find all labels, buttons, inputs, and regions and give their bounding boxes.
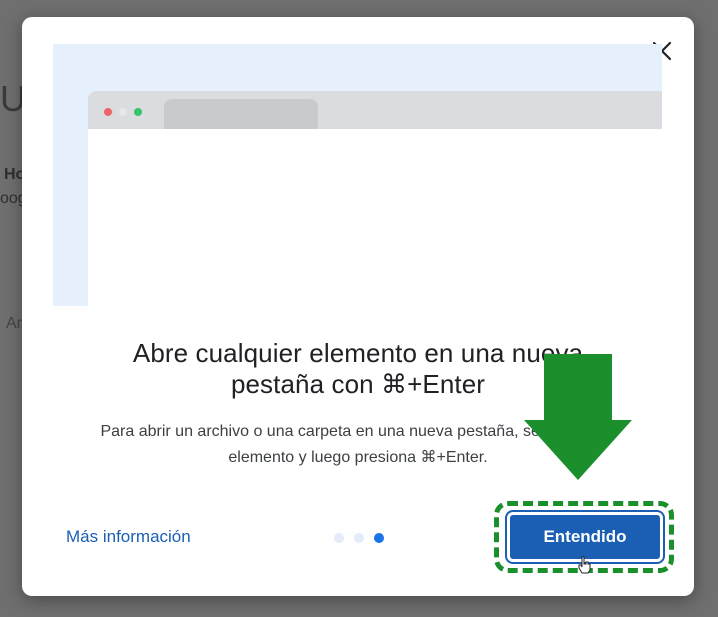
- window-minimize-dot: [119, 108, 127, 116]
- pagination-dots: [334, 533, 384, 543]
- feature-tip-dialog: Abre cualquier elemento en una nueva pes…: [22, 17, 694, 596]
- pagination-dot-active[interactable]: [374, 533, 384, 543]
- background-text-fragment: Ar: [6, 315, 22, 332]
- browser-window-illustration: [53, 44, 662, 306]
- hand-cursor-icon: [578, 556, 591, 574]
- browser-window: [88, 91, 662, 306]
- pagination-dot[interactable]: [334, 533, 344, 543]
- browser-tab: [164, 99, 318, 129]
- window-close-dot: [104, 108, 112, 116]
- learn-more-link[interactable]: Más información: [66, 527, 191, 547]
- pagination-dot[interactable]: [354, 533, 364, 543]
- browser-toolbar: [88, 91, 662, 129]
- window-maximize-dot: [134, 108, 142, 116]
- got-it-button[interactable]: Entendido: [505, 510, 665, 564]
- arrow-down-icon: [524, 354, 632, 480]
